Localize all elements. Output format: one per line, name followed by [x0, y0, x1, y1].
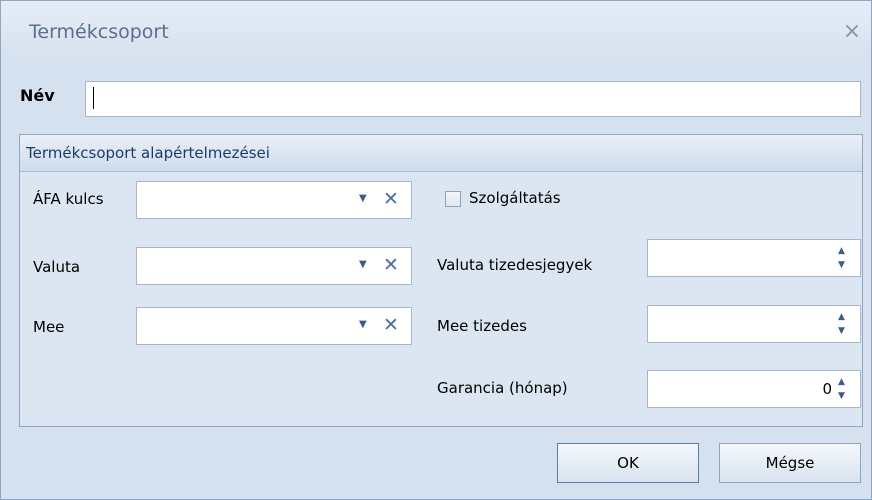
- currency-combo[interactable]: ▼ ✕: [136, 247, 412, 285]
- clear-icon[interactable]: ✕: [383, 188, 399, 210]
- spin-up-icon[interactable]: ▲: [838, 312, 845, 322]
- name-input[interactable]: [85, 81, 861, 117]
- currency-label: Valuta: [33, 258, 81, 276]
- dialog-window: Termékcsoport × Név Termékcsoport alapér…: [0, 0, 872, 500]
- unit-decimals-label: Mee tizedes: [437, 317, 527, 335]
- vat-label: ÁFA kulcs: [33, 190, 104, 208]
- warranty-spinner[interactable]: 0 ▲ ▼: [647, 370, 861, 408]
- unit-decimals-spinner[interactable]: ▲ ▼: [647, 305, 861, 343]
- chevron-down-icon[interactable]: ▼: [359, 259, 367, 270]
- spin-down-icon[interactable]: ▼: [838, 326, 845, 336]
- name-label: Név: [20, 86, 55, 105]
- chevron-down-icon[interactable]: ▼: [359, 319, 367, 330]
- chevron-down-icon[interactable]: ▼: [359, 193, 367, 204]
- service-checkbox[interactable]: [445, 191, 461, 207]
- warranty-label: Garancia (hónap): [437, 379, 568, 397]
- spin-down-icon[interactable]: ▼: [838, 260, 845, 270]
- clear-icon[interactable]: ✕: [383, 314, 399, 336]
- text-caret: [93, 87, 94, 109]
- spin-up-icon[interactable]: ▲: [838, 246, 845, 256]
- vat-combo[interactable]: ▼ ✕: [136, 181, 412, 219]
- service-label: Szolgáltatás: [469, 189, 561, 207]
- warranty-value: 0: [822, 380, 832, 398]
- window-title: Termékcsoport: [29, 21, 169, 43]
- ok-button[interactable]: OK: [557, 443, 699, 483]
- spin-down-icon[interactable]: ▼: [838, 391, 845, 401]
- group-header: Termékcsoport alapértelmezései: [20, 135, 862, 172]
- title-bar[interactable]: Termékcsoport ×: [1, 1, 871, 63]
- close-icon[interactable]: ×: [839, 19, 865, 45]
- unit-combo[interactable]: ▼ ✕: [136, 307, 412, 345]
- currency-decimals-spinner[interactable]: ▲ ▼: [647, 239, 861, 277]
- unit-label: Mee: [33, 318, 65, 336]
- currency-decimals-label: Valuta tizedesjegyek: [437, 256, 593, 274]
- group-title: Termékcsoport alapértelmezései: [26, 144, 270, 162]
- spin-up-icon[interactable]: ▲: [838, 377, 845, 387]
- clear-icon[interactable]: ✕: [383, 254, 399, 276]
- cancel-button[interactable]: Mégse: [719, 443, 861, 483]
